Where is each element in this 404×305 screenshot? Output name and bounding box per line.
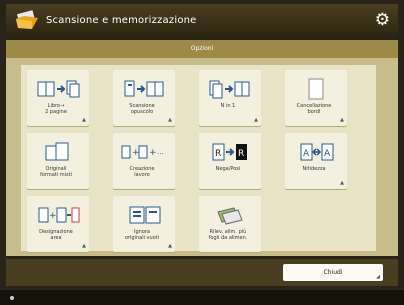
status-strip: [0, 290, 404, 305]
job-build-icon: + + ...: [113, 139, 175, 165]
option-negative-positive[interactable]: R R Nega/Posi: [199, 133, 261, 189]
option-area-designation[interactable]: + Designazione area ▲: [27, 196, 89, 252]
title-bar: Scansione e memorizzazione ⚙: [6, 4, 398, 36]
submenu-indicator-icon: ▲: [168, 117, 172, 123]
erase-frame-icon: [285, 76, 347, 102]
submenu-indicator-icon: ▲: [340, 180, 344, 186]
option-book-to-two-pages[interactable]: Libro→ 2 pagine ▲: [27, 70, 89, 126]
booklet-scan-icon: [113, 76, 175, 102]
svg-text:...: ...: [157, 148, 164, 156]
option-n-in-1[interactable]: N in 1 ▲: [199, 70, 261, 126]
option-label: Creazione lavoro: [129, 166, 155, 178]
option-label: N in 1: [220, 103, 236, 109]
option-label: Cancellazione bordi: [296, 103, 332, 115]
option-label: Ignora originali vuoti: [124, 229, 160, 241]
book-to-two-pages-icon: [27, 76, 89, 102]
gear-icon[interactable]: ⚙: [375, 11, 390, 29]
multi-feed-detection-icon: [199, 202, 261, 228]
svg-text:R: R: [215, 149, 221, 159]
options-title: Opzioni: [6, 40, 398, 58]
negative-positive-icon: R R: [199, 139, 261, 165]
option-erase-frame[interactable]: Cancellazione bordi ▲: [285, 70, 347, 126]
close-button-label: Chiudi: [323, 269, 343, 276]
option-label: Designazione area: [39, 229, 73, 241]
option-label: Originali formati misti: [40, 166, 72, 178]
skip-blank-originals-icon: [113, 202, 175, 228]
option-multi-feed-detection[interactable]: Rilev. alim. più fogli da alimen.: [199, 196, 261, 252]
option-booklet-scan[interactable]: Scansione opuscolo ▲: [113, 70, 175, 126]
option-label: Libro→ 2 pagine: [45, 103, 67, 115]
close-button[interactable]: Chiudi ◢: [283, 264, 383, 281]
svg-text:+: +: [132, 148, 140, 158]
svg-text:A: A: [324, 149, 331, 159]
app-title: Scansione e memorizzazione: [46, 14, 197, 26]
resize-corner-icon: ◢: [376, 274, 380, 280]
option-label: Nitidezza: [302, 166, 326, 172]
submenu-indicator-icon: ▲: [82, 117, 86, 123]
svg-text:R: R: [238, 149, 244, 159]
mixed-size-originals-icon: [27, 139, 89, 165]
option-label: Scansione opuscolo: [129, 103, 155, 115]
n-in-1-icon: [199, 76, 261, 102]
svg-text:+: +: [49, 211, 57, 221]
svg-text:A: A: [303, 149, 310, 159]
option-mixed-size-originals[interactable]: Originali formati misti: [27, 133, 89, 189]
submenu-indicator-icon: ▲: [254, 117, 258, 123]
option-label: Rilev. alim. più fogli da alimen.: [208, 229, 248, 241]
submenu-indicator-icon: ▲: [168, 243, 172, 249]
svg-text:+: +: [149, 148, 157, 158]
status-indicator-icon: [10, 296, 14, 300]
option-sharpness[interactable]: A A Nitidezza ▲: [285, 133, 347, 189]
submenu-indicator-icon: ▲: [82, 243, 86, 249]
area-designation-icon: +: [27, 202, 89, 228]
option-label: Nega/Posi: [215, 166, 241, 172]
option-skip-blank-originals[interactable]: Ignora originali vuoti ▲: [113, 196, 175, 252]
submenu-indicator-icon: ▲: [340, 117, 344, 123]
sharpness-icon: A A: [285, 139, 347, 165]
folder-scan-icon: [14, 9, 40, 31]
option-job-build[interactable]: + + ... Creazione lavoro: [113, 133, 175, 189]
